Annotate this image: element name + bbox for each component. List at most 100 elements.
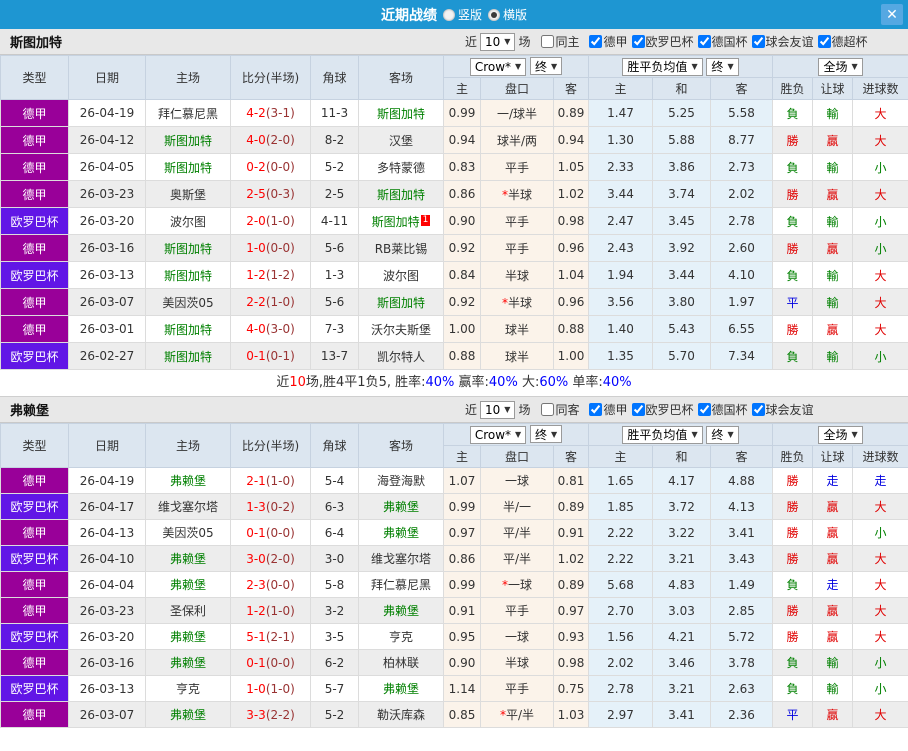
- layout-option-horizontal[interactable]: 横版: [488, 6, 527, 23]
- same-side-filter[interactable]: 同客: [541, 401, 579, 418]
- competition-filter[interactable]: 欧罗巴杯: [631, 401, 694, 418]
- avg-draw-odds: 3.22: [652, 519, 711, 546]
- final-odds-select[interactable]: 终 ▼: [530, 57, 563, 76]
- summary-segment: 大:: [517, 375, 540, 390]
- competition-checkbox[interactable]: [697, 402, 711, 416]
- competition-filter[interactable]: 德国杯: [697, 33, 748, 50]
- competition-label: 欧罗巴杯: [645, 402, 694, 417]
- handicap-line: 平手: [480, 597, 554, 624]
- competition-checkbox[interactable]: [631, 402, 645, 416]
- competition-badge: 德甲: [0, 649, 69, 676]
- games-count-select[interactable]: 10 ▼: [480, 400, 516, 419]
- same-side-filter[interactable]: 同主: [541, 33, 579, 50]
- match-row: 德甲 26-04-13 美因茨05 0-1(0-0) 6-4 弗赖堡 0.97 …: [0, 519, 908, 546]
- match-row: 德甲 26-03-01 斯图加特 4-0(3-0) 7-3 沃尔夫斯堡 1.00…: [0, 315, 908, 343]
- avg-odds-select[interactable]: 胜平负均值 ▼: [622, 425, 703, 444]
- avg-win-odds: 1.65: [588, 467, 653, 494]
- avg-win-odds: 2.43: [588, 234, 653, 262]
- scope-select[interactable]: 全场 ▼: [818, 425, 863, 444]
- col-avg-away: 客: [709, 445, 774, 468]
- home-team: 斯图加特: [145, 234, 231, 262]
- avg-odds-select[interactable]: 胜平负均值 ▼: [622, 57, 703, 76]
- competition-checkbox[interactable]: [589, 402, 603, 416]
- competition-filter[interactable]: 德甲: [589, 33, 628, 50]
- competition-filter[interactable]: 球会友谊: [751, 401, 814, 418]
- handicap-outcome: 輸: [812, 99, 854, 127]
- handicap-line: 平手: [480, 207, 554, 235]
- match-row: 欧罗巴杯 26-04-17 维戈塞尔塔 1-3(0-2) 6-3 弗赖堡 0.9…: [0, 493, 908, 520]
- away-odds: 0.89: [553, 99, 589, 127]
- competition-filter[interactable]: 德超杯: [817, 33, 868, 50]
- avg-win-odds: 2.97: [588, 701, 653, 728]
- competition-checkbox[interactable]: [697, 34, 711, 48]
- competition-filters: 德甲 欧罗巴杯 德国杯 球会友谊 德超杯: [585, 33, 868, 51]
- competition-checkbox[interactable]: [817, 34, 831, 48]
- radio-vertical-icon[interactable]: [442, 8, 455, 21]
- avg-lose-odds: 1.49: [709, 571, 774, 598]
- match-date: 26-03-07: [68, 288, 146, 316]
- competition-checkbox[interactable]: [751, 34, 765, 48]
- home-odds: 0.95: [443, 623, 481, 650]
- col-handicap-result: 让球: [812, 445, 854, 468]
- radio-horizontal-icon[interactable]: [488, 8, 500, 21]
- competition-filter[interactable]: 欧罗巴杯: [631, 33, 694, 50]
- away-team: 多特蒙德: [358, 153, 444, 181]
- avg-lose-odds: 3.78: [709, 649, 774, 676]
- avg-win-odds: 2.78: [588, 675, 653, 702]
- home-team: 维戈塞尔塔: [145, 493, 231, 520]
- goals-outcome: 大: [852, 315, 908, 343]
- corner-count: 5-8: [310, 571, 359, 598]
- handicap-outcome: 輸: [812, 649, 854, 676]
- avg-lose-odds: 2.36: [709, 701, 774, 728]
- home-odds: 0.88: [443, 342, 481, 370]
- competition-checkbox[interactable]: [751, 402, 765, 416]
- handicap-outcome: 輸: [812, 153, 854, 181]
- matches-table: 类型 日期 主场 比分(半场) 角球 客场 Crow* ▼ 终 ▼ 胜平负均值 ▼ 终…: [0, 55, 908, 370]
- odds-source-select[interactable]: Crow* ▼: [469, 425, 527, 444]
- final-avg-select[interactable]: 终 ▼: [706, 425, 739, 444]
- home-team: 美因茨05: [145, 288, 231, 316]
- goals-outcome: 大: [852, 623, 908, 650]
- competition-filter[interactable]: 德甲: [589, 401, 628, 418]
- match-score: 4-0(3-0): [230, 315, 311, 343]
- away-team: RB莱比锡: [358, 234, 444, 262]
- competition-badge: 德甲: [0, 597, 69, 624]
- final-odds-select[interactable]: 终 ▼: [530, 425, 563, 444]
- handicap-line: 平手: [480, 675, 554, 702]
- layout-option-vertical[interactable]: 竖版: [442, 6, 482, 23]
- corner-count: 5-6: [310, 234, 359, 262]
- competition-checkbox[interactable]: [589, 34, 603, 48]
- same-side-checkbox[interactable]: [541, 35, 555, 48]
- match-score: 2-1(1-0): [230, 467, 311, 494]
- home-team: 圣保利: [145, 597, 231, 624]
- goals-outcome: 大: [852, 571, 908, 598]
- odds-source-select[interactable]: Crow* ▼: [469, 57, 527, 76]
- goals-outcome: 小: [852, 153, 908, 181]
- home-team: 弗赖堡: [145, 701, 231, 728]
- goals-outcome: 大: [852, 126, 908, 154]
- competition-filter[interactable]: 德国杯: [697, 401, 748, 418]
- final-avg-select[interactable]: 终 ▼: [706, 57, 739, 76]
- avg-lose-odds: 2.02: [709, 180, 774, 208]
- same-side-label: 同客: [555, 403, 580, 417]
- home-team: 弗赖堡: [145, 571, 231, 598]
- chevron-down-icon: ▼: [851, 430, 858, 439]
- scope-select[interactable]: 全场 ▼: [818, 57, 863, 76]
- match-score: 3-3(2-2): [230, 701, 311, 728]
- match-score: 3-0(2-0): [230, 545, 311, 572]
- avg-draw-odds: 5.25: [652, 99, 711, 127]
- games-count-select[interactable]: 10 ▼: [480, 32, 516, 51]
- home-team: 斯图加特: [145, 126, 231, 154]
- match-date: 26-04-04: [68, 571, 146, 598]
- sections-container: 斯图加特 近 10 ▼ 场 同主 德甲 欧罗巴杯 德国杯 球会友谊 德超杯 类型 日期 主: [0, 29, 908, 728]
- competition-checkbox[interactable]: [631, 34, 645, 48]
- close-button[interactable]: ✕: [881, 4, 903, 25]
- competition-filter[interactable]: 球会友谊: [751, 33, 814, 50]
- handicap-outcome: 輸: [812, 288, 854, 316]
- match-date: 26-03-01: [68, 315, 146, 343]
- match-score: 1-0(0-0): [230, 234, 311, 262]
- games-label: 场: [518, 403, 531, 417]
- same-side-checkbox[interactable]: [541, 403, 555, 416]
- handicap-line: 平/半: [480, 519, 554, 546]
- col-avg-home: 主: [588, 445, 653, 468]
